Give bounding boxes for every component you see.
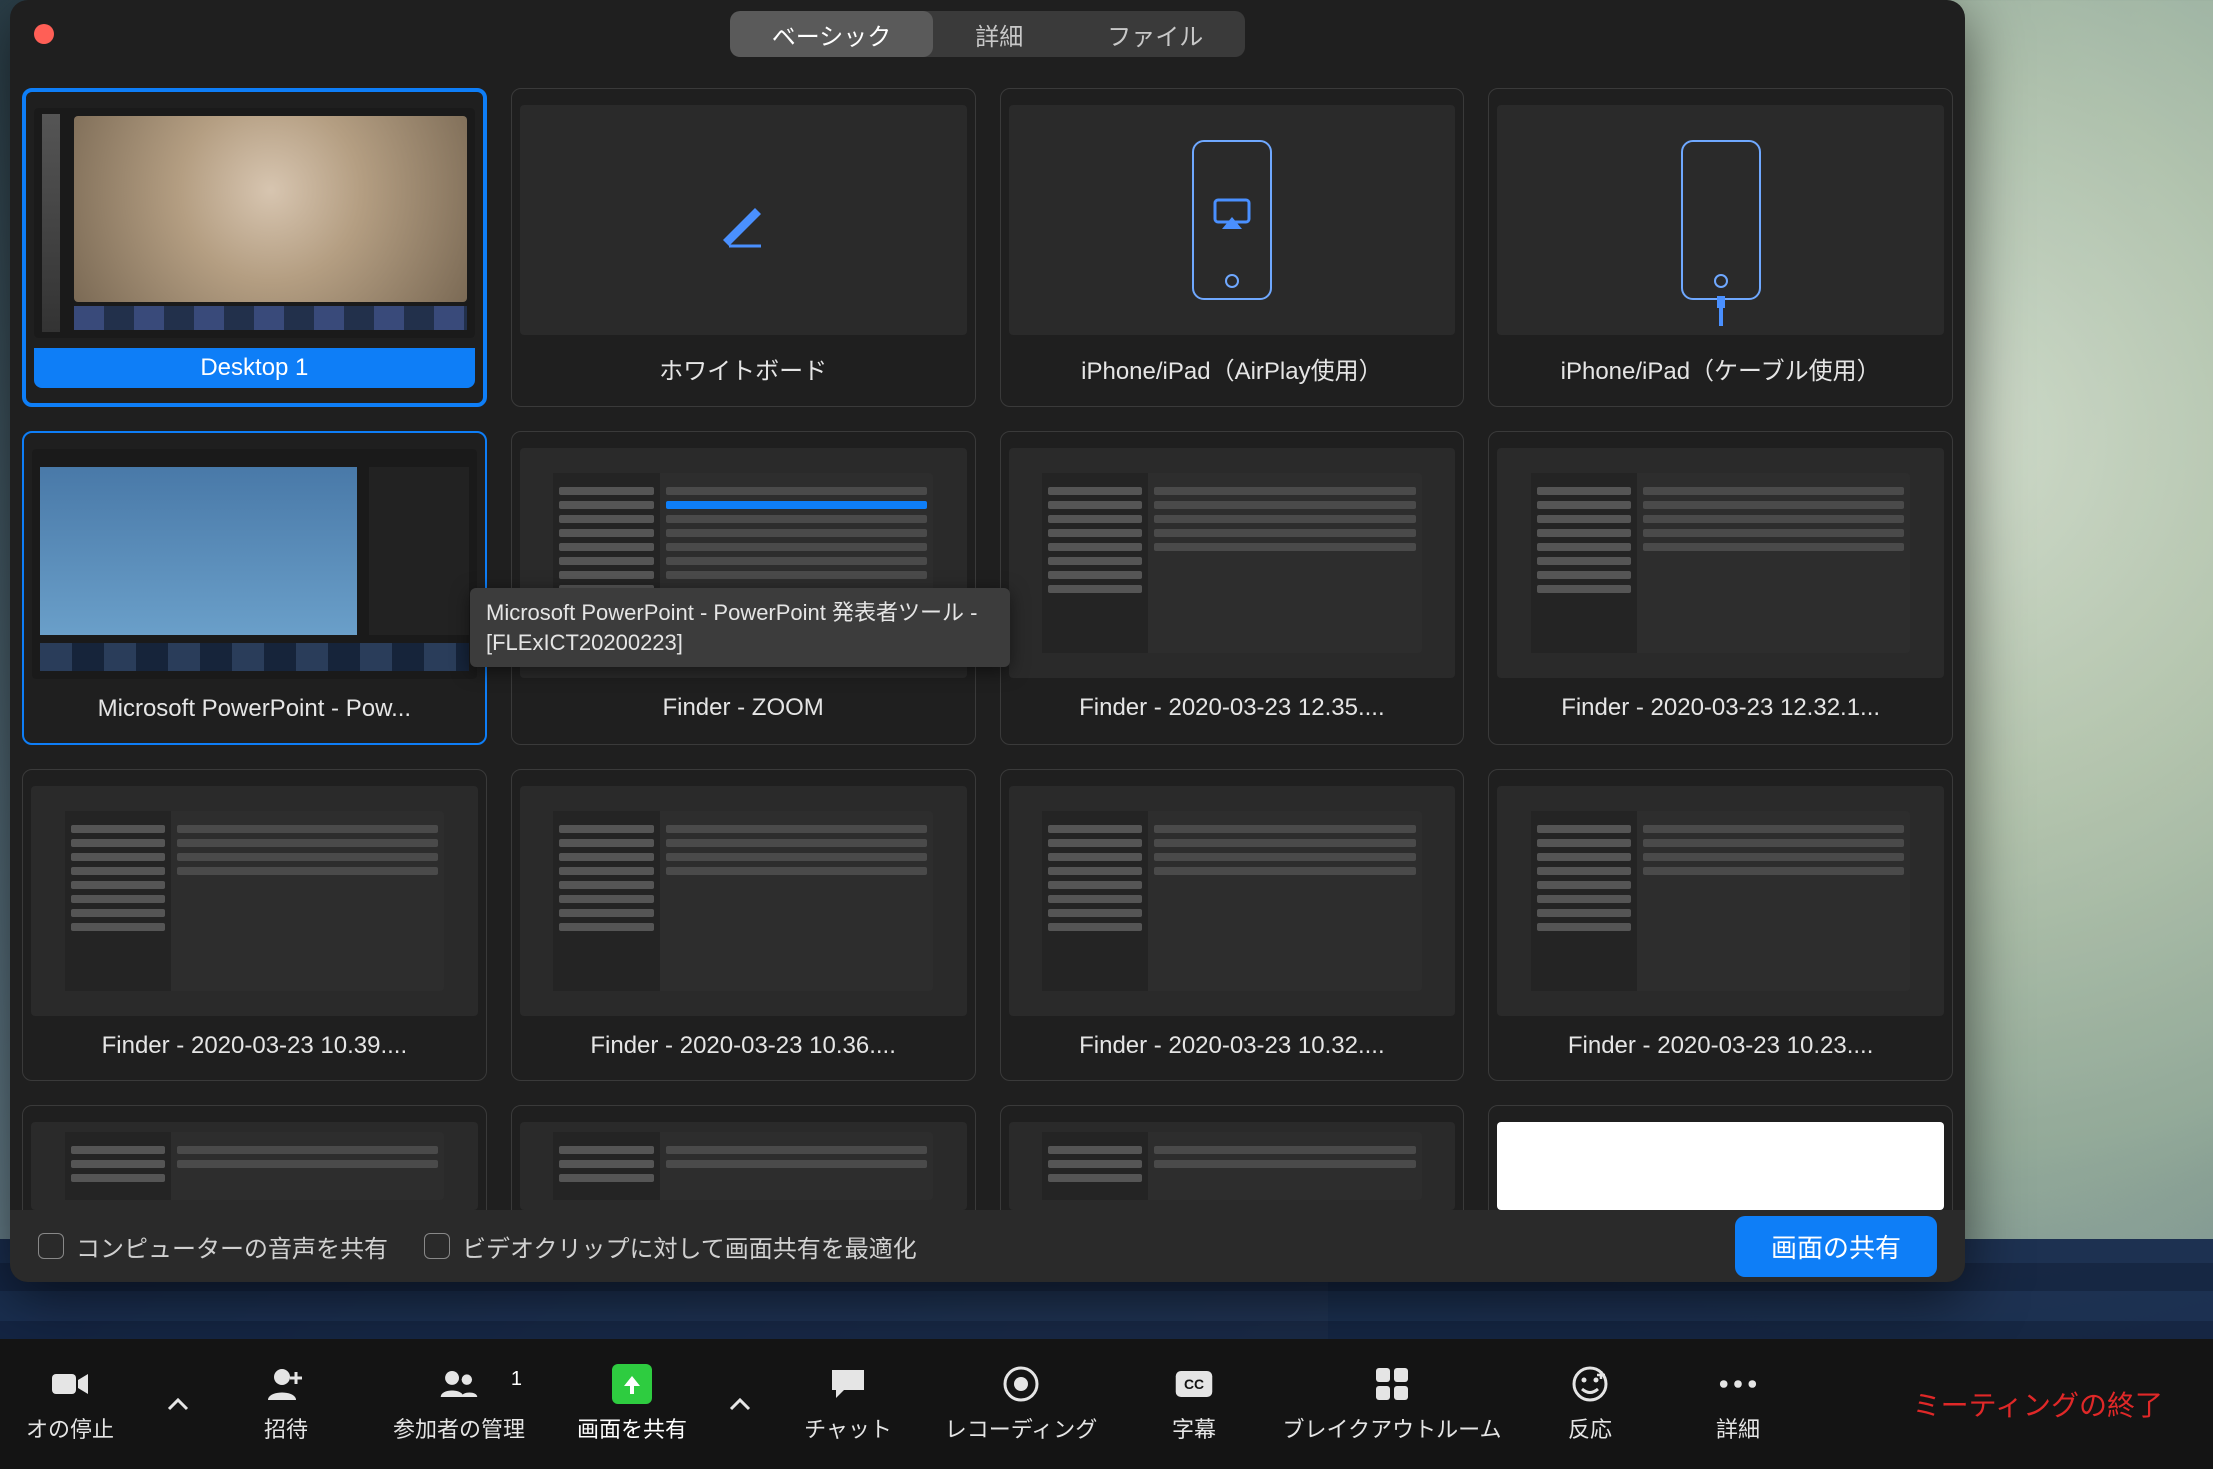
toolbar-label: 招待 [264, 1412, 308, 1444]
chevron-up-icon [167, 1397, 189, 1411]
chat-icon [828, 1364, 868, 1404]
more-button[interactable]: 詳細 [1678, 1364, 1798, 1444]
tab-basic[interactable]: ベーシック [730, 11, 934, 57]
checkbox-icon [424, 1233, 450, 1259]
toolbar-label: 字幕 [1172, 1412, 1216, 1444]
camera-icon [50, 1364, 90, 1404]
toolbar-label: 画面を共有 [577, 1412, 687, 1444]
source-label: Finder - 2020-03-23 10.36.... [520, 1026, 967, 1066]
checkbox-label: コンピューターの音声を共有 [76, 1229, 388, 1264]
source-label: Finder - 2020-03-23 12.32.1... [1497, 688, 1944, 728]
toolbar-label: 詳細 [1716, 1412, 1760, 1444]
source-label: iPhone/iPad（ケーブル使用） [1497, 345, 1944, 392]
grid-icon [1372, 1364, 1412, 1404]
source-finder-1235[interactable]: Finder - 2020-03-23 12.35.... [1000, 431, 1465, 745]
breakout-button[interactable]: ブレイクアウトルーム [1282, 1364, 1502, 1444]
source-label: ホワイトボード [520, 345, 967, 392]
cc-icon: CC [1174, 1364, 1214, 1404]
record-icon [1001, 1364, 1041, 1404]
source-label: iPhone/iPad（AirPlay使用） [1009, 345, 1456, 392]
source-row-4 [22, 1105, 1953, 1210]
toolbar-label: 参加者の管理 [393, 1412, 525, 1444]
airplay-icon [1212, 197, 1252, 231]
toolbar-label: オの停止 [26, 1412, 114, 1444]
source-finder-1036[interactable]: Finder - 2020-03-23 10.36.... [511, 769, 976, 1081]
toolbar-label: チャット [804, 1412, 892, 1444]
source-powerpoint[interactable]: Microsoft PowerPoint - Pow... [22, 431, 487, 745]
toolbar-label: 反応 [1568, 1412, 1612, 1444]
tab-advanced[interactable]: 詳細 [933, 11, 1065, 57]
checkbox-label: ビデオクリップに対して画面共有を最適化 [462, 1229, 917, 1264]
checkbox-icon [38, 1233, 64, 1259]
toolbar-label: ブレイクアウトルーム [1283, 1412, 1502, 1444]
tab-files[interactable]: ファイル [1065, 11, 1245, 57]
source-whiteboard[interactable]: ホワイトボード [511, 88, 976, 407]
device-icon [1681, 140, 1761, 300]
source-desktop-1[interactable]: Desktop 1 [22, 88, 487, 407]
invite-icon [266, 1364, 306, 1404]
source-partial[interactable] [1000, 1105, 1465, 1210]
source-label: Finder - 2020-03-23 10.32.... [1009, 1026, 1456, 1066]
source-partial[interactable] [1488, 1105, 1953, 1210]
source-finder-1023[interactable]: Finder - 2020-03-23 10.23.... [1488, 769, 1953, 1081]
source-partial[interactable] [511, 1105, 976, 1210]
tab-segmented-control: ベーシック 詳細 ファイル [730, 11, 1246, 57]
chevron-up-icon [729, 1397, 751, 1411]
share-up-icon [612, 1364, 652, 1404]
source-finder-1039[interactable]: Finder - 2020-03-23 10.39.... [22, 769, 487, 1081]
source-airplay[interactable]: iPhone/iPad（AirPlay使用） [1000, 88, 1465, 407]
device-icon [1192, 140, 1272, 300]
source-row-3: Finder - 2020-03-23 10.39.... Finder - 2… [22, 769, 1953, 1081]
tooltip: Microsoft PowerPoint - PowerPoint 発表者ツール… [470, 588, 1010, 667]
toolbar-label: レコーディング [945, 1412, 1097, 1444]
more-icon [1718, 1364, 1758, 1404]
svg-text:CC: CC [1184, 1376, 1204, 1392]
end-meeting-button[interactable]: ミーティングの終了 [1913, 1384, 2163, 1424]
dialog-bottom-bar: コンピューターの音声を共有 ビデオクリップに対して画面共有を最適化 画面の共有 [10, 1210, 1965, 1282]
participants-count: 1 [511, 1368, 522, 1391]
source-partial[interactable] [22, 1105, 487, 1210]
chat-button[interactable]: チャット [788, 1364, 908, 1444]
meeting-toolbar: オの停止 招待 1 参加者の管理 画面を共有 チャット レコーディン [0, 1339, 2213, 1469]
source-label: Finder - ZOOM [520, 688, 967, 728]
share-screen-button[interactable]: 画面の共有 [1735, 1216, 1937, 1277]
source-label: Microsoft PowerPoint - Pow... [32, 689, 477, 729]
checkbox-share-audio[interactable]: コンピューターの音声を共有 [38, 1229, 388, 1264]
share-menu-button[interactable] [720, 1374, 760, 1434]
checkbox-optimize-video[interactable]: ビデオクリップに対して画面共有を最適化 [424, 1229, 917, 1264]
source-finder-1032[interactable]: Finder - 2020-03-23 10.32.... [1000, 769, 1465, 1081]
source-label: Desktop 1 [34, 348, 475, 388]
smiley-icon [1570, 1364, 1610, 1404]
record-button[interactable]: レコーディング [936, 1364, 1106, 1444]
source-finder-1232[interactable]: Finder - 2020-03-23 12.32.1... [1488, 431, 1953, 745]
reactions-button[interactable]: 反応 [1530, 1364, 1650, 1444]
participants-button[interactable]: 1 参加者の管理 [374, 1364, 544, 1444]
source-row-1: Desktop 1 ホワイトボード [22, 88, 1953, 407]
video-menu-button[interactable] [158, 1374, 198, 1434]
people-icon [439, 1364, 479, 1404]
close-icon[interactable] [34, 24, 54, 44]
source-label: Finder - 2020-03-23 12.35.... [1009, 688, 1456, 728]
cable-icon [1714, 296, 1728, 326]
source-label: Finder - 2020-03-23 10.23.... [1497, 1026, 1944, 1066]
source-cable[interactable]: iPhone/iPad（ケーブル使用） [1488, 88, 1953, 407]
invite-button[interactable]: 招待 [226, 1364, 346, 1444]
source-label: Finder - 2020-03-23 10.39.... [31, 1026, 478, 1066]
share-screen-toolbar-button[interactable]: 画面を共有 [572, 1364, 692, 1444]
dialog-header: ベーシック 詳細 ファイル [10, 0, 1965, 68]
subtitles-button[interactable]: CC 字幕 [1134, 1364, 1254, 1444]
stop-video-button[interactable]: オの停止 [10, 1364, 130, 1444]
pen-icon [713, 190, 773, 250]
